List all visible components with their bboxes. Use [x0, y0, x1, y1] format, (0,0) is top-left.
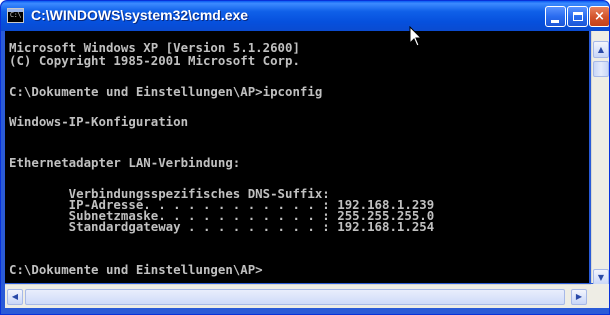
arrow-down-icon: ▼	[597, 273, 605, 282]
arrow-left-icon: ◀	[11, 292, 19, 301]
window-title: C:\WINDOWS\system32\cmd.exe	[31, 7, 249, 23]
mouse-pointer-icon	[409, 26, 423, 47]
minimize-button[interactable]	[545, 6, 566, 27]
vertical-scroll-thumb[interactable]	[593, 61, 609, 77]
close-icon: ×	[594, 9, 605, 24]
title-bar[interactable]: C:\ C:\WINDOWS\system32\cmd.exe ×	[1, 1, 609, 31]
console-output[interactable]: Microsoft Windows XP [Version 5.1.2600] …	[5, 31, 589, 283]
size-grip[interactable]	[591, 284, 609, 308]
console-icon[interactable]: C:\	[7, 8, 24, 23]
close-button[interactable]: ×	[589, 6, 609, 27]
console-line: Windows-IP-Konfiguration	[9, 114, 189, 129]
scroll-right-button[interactable]: ▶	[571, 289, 587, 305]
console-line: (C) Copyright 1985-2001 Microsoft Corp.	[9, 53, 300, 68]
maximize-button[interactable]	[567, 6, 588, 27]
arrow-up-icon: ▲	[597, 45, 605, 54]
arrow-right-icon: ▶	[575, 292, 583, 301]
horizontal-scroll-thumb[interactable]	[25, 289, 565, 305]
maximize-icon	[573, 12, 583, 21]
horizontal-scrollbar[interactable]: ◀ ▶	[5, 284, 591, 308]
console-line: Microsoft Windows XP [Version 5.1.2600]	[9, 40, 300, 55]
scroll-up-button[interactable]: ▲	[593, 41, 609, 58]
vertical-scrollbar[interactable]: ▲ ▼	[591, 31, 609, 286]
console-line: C:\Dokumente und Einstellungen\AP>ipconf…	[9, 84, 323, 99]
minimize-icon	[551, 20, 559, 23]
console-prompt-line: C:\Dokumente und Einstellungen\AP>	[9, 262, 263, 277]
cmd-window: C:\ C:\WINDOWS\system32\cmd.exe × Micros…	[0, 0, 610, 315]
console-line: Ethernetadapter LAN-Verbindung:	[9, 155, 241, 170]
console-line: Standardgateway . . . . . . . . . : 192.…	[9, 219, 435, 234]
scroll-left-button[interactable]: ◀	[7, 289, 23, 305]
